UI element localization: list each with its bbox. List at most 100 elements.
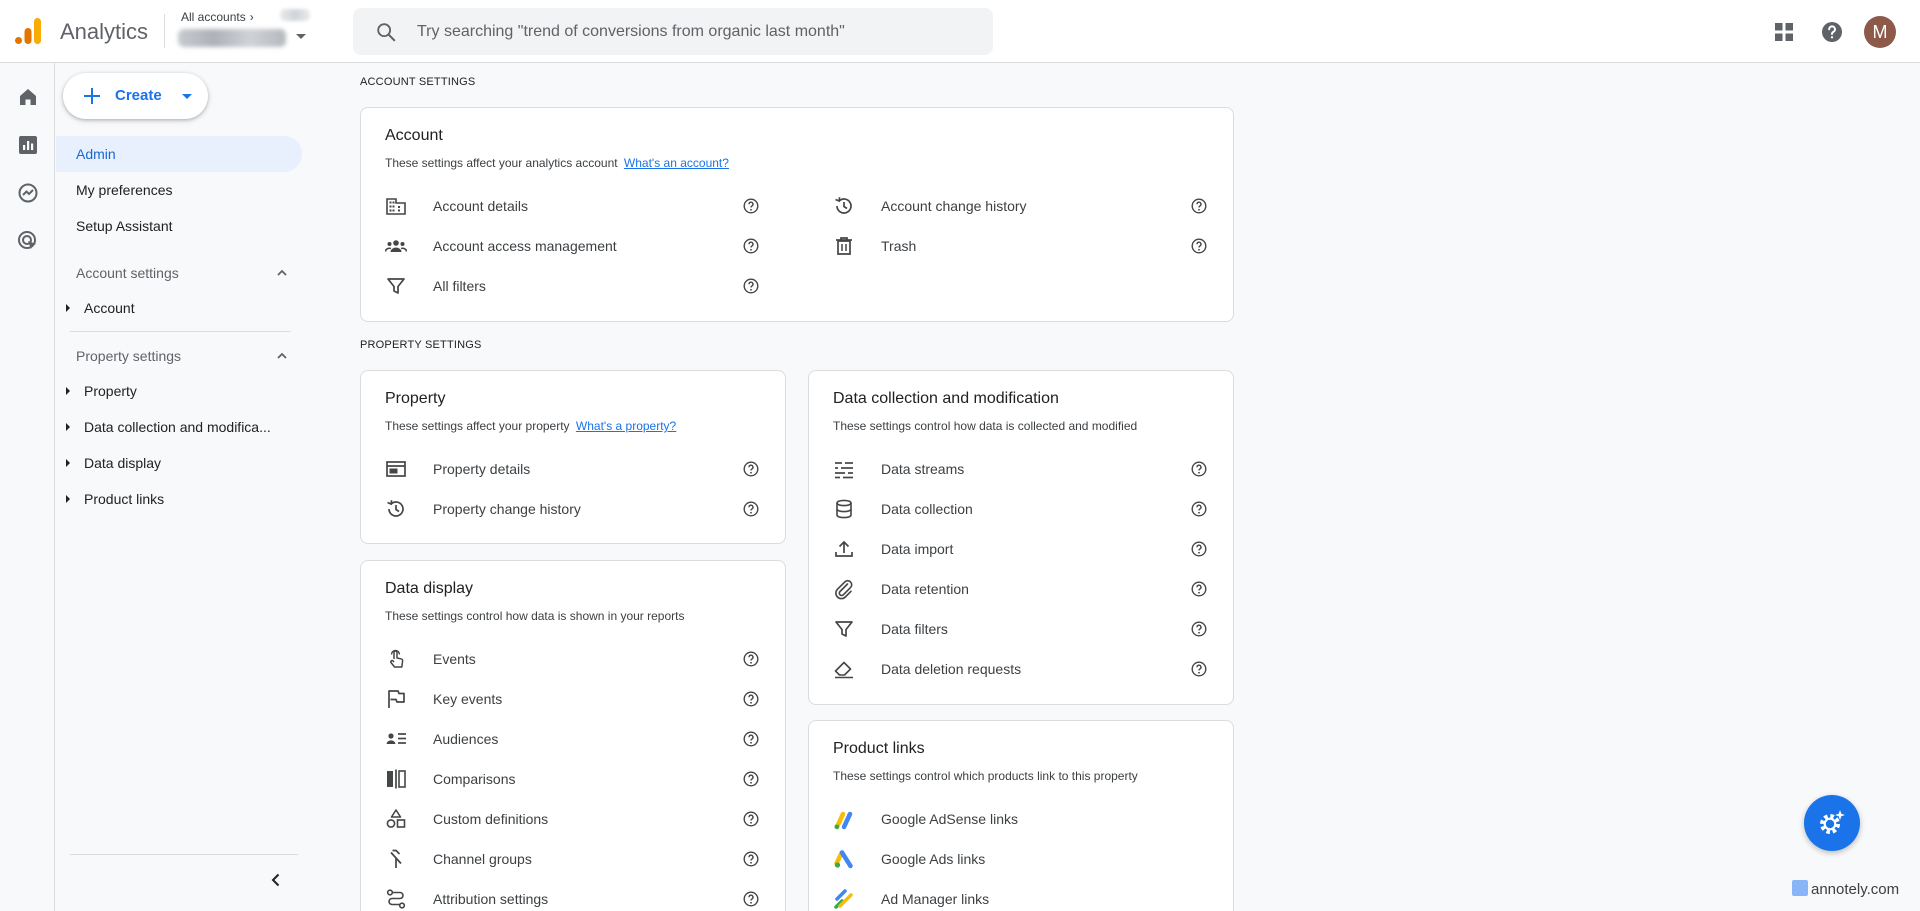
row-label: Comparisons [433,771,516,787]
account-settings-heading[interactable]: Account settings [76,265,179,281]
row-label: Account details [433,198,528,214]
adsense-links-row[interactable]: Google AdSense links [833,799,1213,839]
account-card: Account These settings affect your analy… [360,107,1234,322]
expand-arrow-icon [66,387,70,395]
trash-row[interactable]: Trash [833,226,1213,266]
account-change-history-row[interactable]: Account change history [833,186,1213,226]
nav-item-setup-assistant[interactable]: Setup Assistant [56,208,302,244]
advertising-icon[interactable] [16,229,40,253]
apps-grid-icon[interactable] [1772,20,1796,44]
events-row[interactable]: Events [385,639,765,679]
nav-sub-data-display[interactable]: Data display [66,455,161,471]
property-dropdown-caret-icon[interactable] [296,34,306,39]
data-filters-row[interactable]: Data filters [833,609,1213,649]
chevron-up-icon[interactable] [275,349,289,363]
help-outline-icon[interactable] [743,461,759,477]
card-title: Account [385,127,443,144]
redacted-property-name[interactable] [178,29,286,47]
row-label: Trash [881,238,917,254]
help-outline-icon[interactable] [1191,461,1207,477]
google-ads-links-row[interactable]: Google Ads links [833,839,1213,879]
key-events-row[interactable]: Key events [385,679,765,719]
help-outline-icon[interactable] [743,851,759,867]
help-outline-icon[interactable] [743,811,759,827]
help-outline-icon[interactable] [1191,661,1207,677]
card-description: These settings control how data is shown… [385,609,685,623]
analytics-logo-icon[interactable] [12,15,44,47]
help-outline-icon[interactable] [743,891,759,907]
all-filters-row[interactable]: All filters [385,266,765,306]
help-outline-icon[interactable] [743,238,759,254]
home-icon[interactable] [16,85,40,109]
nav-item-my-preferences[interactable]: My preferences [56,172,302,208]
help-outline-icon[interactable] [743,278,759,294]
property-change-history-row[interactable]: Property change history [385,489,765,529]
account-breadcrumb[interactable]: All accounts › [181,10,254,24]
nav-sub-property[interactable]: Property [66,383,137,399]
whats-an-account-link[interactable]: What's an account? [624,156,729,170]
create-button-label: Create [115,87,162,104]
search-input[interactable] [417,8,977,55]
top-app-bar: Analytics All accounts› M [0,0,1920,63]
collapse-nav-chevron-left-icon[interactable] [268,872,284,888]
help-outline-icon[interactable] [743,651,759,667]
help-outline-icon[interactable] [1191,501,1207,517]
row-label: All filters [433,278,486,294]
card-description-text: These settings affect your property [385,419,570,433]
create-button[interactable]: Create [63,73,208,119]
search-bar[interactable] [353,8,993,55]
data-streams-row[interactable]: Data streams [833,449,1213,489]
nav-sub-label: Data display [84,455,162,471]
nav-item-admin[interactable]: Admin [56,136,302,172]
row-label: Property details [433,461,531,477]
streams-icon [835,462,853,479]
ad-manager-links-row[interactable]: Ad Manager links [833,879,1213,911]
nav-sub-product-links[interactable]: Product links [66,491,164,507]
user-avatar[interactable]: M [1864,16,1896,48]
nav-sub-account[interactable]: Account [66,300,135,316]
compare-icon [387,769,406,789]
card-description: These settings affect your property What… [385,419,676,433]
whats-a-property-link[interactable]: What's a property? [576,419,676,433]
chevron-up-icon[interactable] [275,266,289,280]
expand-arrow-icon [66,304,70,312]
data-collection-row[interactable]: Data collection [833,489,1213,529]
reports-icon[interactable] [16,133,40,157]
help-outline-icon[interactable] [743,691,759,707]
eraser-icon [834,661,853,679]
channel-groups-row[interactable]: Channel groups [385,839,765,879]
help-outline-icon[interactable] [743,771,759,787]
comparisons-row[interactable]: Comparisons [385,759,765,799]
property-settings-heading[interactable]: Property settings [76,348,181,364]
app-title: Analytics [60,19,149,44]
help-outline-icon[interactable] [743,731,759,747]
attribution-settings-row[interactable]: Attribution settings [385,879,765,911]
watermark-text: annotely.com [1811,881,1900,898]
account-access-management-row[interactable]: Account access management [385,226,765,266]
help-outline-icon[interactable] [1191,238,1207,254]
custom-definitions-row[interactable]: Custom definitions [385,799,765,839]
help-outline-icon[interactable] [1191,198,1207,214]
explore-icon[interactable] [16,181,40,205]
account-details-row[interactable]: Account details [385,186,765,226]
nav-sub-data-collection[interactable]: Data collection and modifica... [66,419,271,435]
row-label: Data streams [881,461,965,477]
data-import-row[interactable]: Data import [833,529,1213,569]
row-label: Data deletion requests [881,661,1022,677]
help-icon[interactable] [1820,20,1844,44]
data-deletion-requests-row[interactable]: Data deletion requests [833,649,1213,689]
ad-manager-icon [834,889,853,909]
row-label: Channel groups [433,851,532,867]
ai-assist-fab[interactable] [1804,795,1860,851]
row-label: Property change history [433,501,581,517]
property-details-row[interactable]: Property details [385,449,765,489]
help-outline-icon[interactable] [743,501,759,517]
card-title: Product links [833,740,925,757]
audiences-row[interactable]: Audiences [385,719,765,759]
help-outline-icon[interactable] [1191,621,1207,637]
data-retention-row[interactable]: Data retention [833,569,1213,609]
help-outline-icon[interactable] [1191,581,1207,597]
nav-sub-label: Data collection and modifica... [84,419,271,435]
help-outline-icon[interactable] [1191,541,1207,557]
help-outline-icon[interactable] [743,198,759,214]
